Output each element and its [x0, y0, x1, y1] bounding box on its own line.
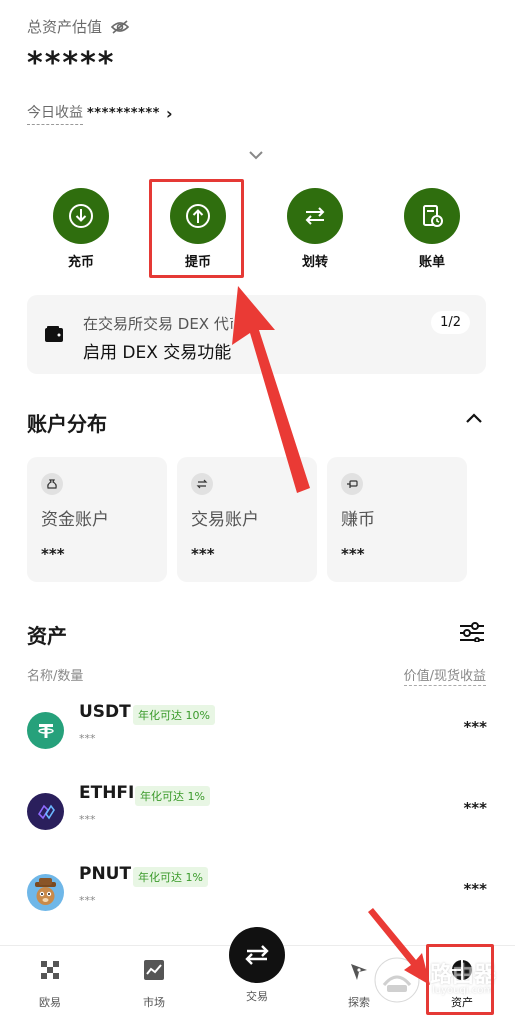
assets-section-title: 资产 [27, 624, 67, 648]
download-icon [69, 204, 93, 228]
okx-logo-icon [41, 961, 59, 979]
asset-row-ethfi[interactable]: ETHFI 年化可达 1% *** *** [27, 781, 487, 843]
asset-value: *** [463, 880, 487, 898]
today-earnings[interactable]: 今日收益 ********** › [27, 102, 173, 125]
funding-account-name: 资金账户 [41, 510, 109, 530]
today-earnings-value: ********** [87, 106, 160, 121]
dex-card-pager: 1/2 [431, 311, 470, 334]
eye-hidden-icon[interactable] [110, 19, 130, 35]
deposit-button[interactable]: 充币 [41, 188, 121, 270]
transfer-button[interactable]: 划转 [275, 188, 355, 270]
asset-value: *** [463, 799, 487, 817]
earn-account-card[interactable]: 赚币 *** [327, 457, 467, 582]
dex-promo-card[interactable]: 在交易所交易 DEX 代币 启用 DEX 交易功能 1/2 [27, 295, 486, 374]
money-bag-icon [41, 473, 63, 495]
transfer-icon [305, 207, 325, 225]
asset-row-usdt[interactable]: USDT 年化可达 10% *** *** [27, 700, 487, 762]
apy-badge: 年化可达 1% [135, 786, 210, 806]
ethfi-logo-icon [27, 793, 64, 830]
dex-card-line2: 启用 DEX 交易功能 [83, 343, 232, 363]
deposit-label: 充币 [67, 255, 94, 270]
highlight-box-assets-nav [426, 944, 494, 1015]
bill-button[interactable]: 账单 [392, 188, 472, 270]
asset-qty: *** [79, 732, 96, 745]
bill-label: 账单 [418, 255, 445, 270]
compass-icon [351, 964, 367, 980]
dex-card-line1: 在交易所交易 DEX 代币 [83, 315, 233, 333]
earn-account-value: *** [341, 545, 365, 563]
total-assets-value: ***** [27, 46, 116, 81]
nav-trade-button[interactable] [229, 927, 285, 983]
chart-icon [144, 960, 164, 980]
transfer-label: 划转 [301, 255, 328, 270]
today-earnings-label: 今日收益 [27, 102, 83, 125]
asset-row-pnut[interactable]: PNUT 年化可达 1% *** *** [27, 862, 487, 924]
nav-market[interactable]: 市场 [124, 958, 184, 1010]
trading-account-card[interactable]: 交易账户 *** [177, 457, 317, 582]
swap-icon [245, 945, 269, 965]
chevron-right-icon: › [165, 104, 173, 123]
column-value-pnl[interactable]: 价值/现货收益 [403, 665, 486, 686]
wallet-icon [45, 326, 63, 342]
total-assets-label: 总资产估值 [27, 16, 130, 37]
trading-account-value: *** [191, 545, 215, 563]
nav-trade-label: 交易 [246, 990, 268, 1003]
pnut-logo-icon [27, 874, 64, 911]
earn-account-name: 赚币 [341, 510, 375, 530]
nav-okx-label: 欧易 [39, 996, 61, 1009]
nav-okx[interactable]: 欧易 [20, 958, 80, 1010]
bill-icon [423, 205, 443, 227]
router-logo-icon [374, 957, 420, 1003]
chevron-down-icon[interactable] [247, 148, 265, 162]
exchange-icon [191, 473, 213, 495]
asset-qty: *** [79, 894, 96, 907]
highlight-box-withdraw [149, 179, 244, 278]
apy-badge: 年化可达 10% [133, 705, 215, 725]
usdt-logo-icon [27, 712, 64, 749]
funding-account-value: *** [41, 545, 65, 563]
nav-market-label: 市场 [143, 996, 165, 1009]
apy-badge: 年化可达 1% [133, 867, 208, 887]
asset-symbol: PNUT [79, 864, 132, 884]
chevron-up-icon[interactable] [465, 412, 483, 424]
trading-account-name: 交易账户 [191, 510, 259, 530]
asset-symbol: ETHFI [79, 783, 135, 803]
quick-actions: 充币 提币 划转 账单 [0, 188, 515, 272]
earn-icon [341, 473, 363, 495]
asset-value: *** [463, 718, 487, 736]
column-name-qty: 名称/数量 [27, 669, 84, 684]
account-section-title: 账户分布 [27, 412, 107, 436]
funding-account-card[interactable]: 资金账户 *** [27, 457, 167, 582]
asset-symbol: USDT [79, 702, 131, 722]
filter-settings-icon[interactable] [459, 622, 485, 642]
asset-qty: *** [79, 813, 96, 826]
